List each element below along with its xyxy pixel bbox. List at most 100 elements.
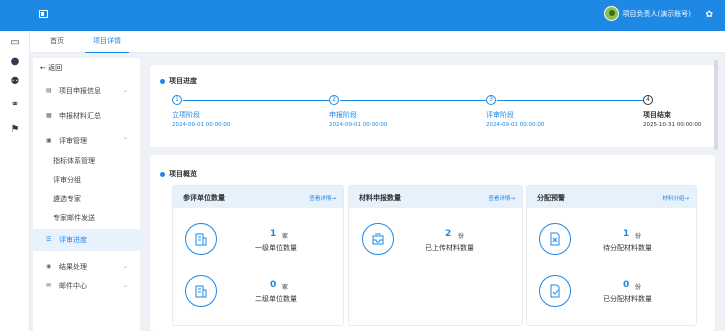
step-date: 2024-09-01 00:00:00	[329, 122, 388, 128]
user-icon[interactable]: ●	[9, 56, 21, 68]
stat-unit: 份	[635, 233, 642, 240]
overview-title: 项目概览	[169, 170, 197, 178]
panel-header: 参评单位数量 查看详情→	[173, 186, 343, 208]
step-connector	[340, 100, 486, 101]
sidebar-item-project-info[interactable]: ▤ 项目申报信息 ⌄	[33, 84, 140, 98]
sidebar-item-label: 申报材料汇总	[59, 112, 101, 120]
flag-icon[interactable]: ⚑	[9, 124, 21, 136]
tab-home[interactable]: 首页	[50, 31, 64, 53]
stat-value: 0	[623, 280, 630, 290]
panel-participating-units: 参评单位数量 查看详情→ 1 家 一级单位数量 0 家 二级单位数量	[172, 185, 344, 326]
stat-unit: 家	[282, 284, 289, 291]
sidebar-item-select-experts[interactable]: 遴选专家	[33, 192, 140, 206]
step-number: 3	[486, 95, 496, 105]
progress-card: 项目进度 1 立项阶段 2024-09-01 00:00:00 2 申报阶段 2…	[150, 65, 715, 147]
sidebar-item-materials[interactable]: ▦ 申报材料汇总	[33, 109, 140, 123]
building-icon	[185, 223, 217, 255]
stat-unit: 份	[458, 233, 465, 240]
step-name: 项目结束	[643, 111, 671, 119]
progress-icon: ☰	[46, 236, 52, 243]
sidebar-item-label: 结果处理	[59, 263, 87, 271]
step-number: 1	[172, 95, 182, 105]
step-date: 2024-09-01 00:00:00	[486, 122, 545, 128]
inbox-icon	[362, 223, 394, 255]
document-check-icon	[539, 275, 571, 307]
panel-title: 材料申报数量	[359, 194, 401, 202]
sidebar: ← 返回 ▤ 项目申报信息 ⌄ ▦ 申报材料汇总 ▣ 评审管理 ⌃ 指标体系管理…	[33, 58, 140, 331]
view-details-link[interactable]: 查看详情→	[309, 194, 336, 202]
section-dot	[160, 172, 165, 177]
chevron-down-icon: ⌄	[122, 87, 128, 94]
building-icon	[185, 275, 217, 307]
back-link[interactable]: ← 返回	[40, 63, 62, 73]
top-bar: 项目负责人(演示账号) ✿	[0, 0, 725, 31]
step-name: 立项阶段	[172, 111, 200, 119]
icon-rail: ▭ ● ⚉ ⚭ ⚑	[0, 31, 30, 331]
sidebar-item-review-groups[interactable]: 评审分组	[33, 173, 140, 187]
user-name: 项目负责人(演示账号)	[622, 9, 691, 18]
step-name: 评审阶段	[486, 111, 514, 119]
mail-icon: ✉	[46, 282, 52, 289]
sidebar-item-review-management[interactable]: ▣ 评审管理 ⌃	[33, 134, 140, 148]
stat-label: 待分配材料数量	[603, 244, 652, 252]
results-icon: ◉	[46, 263, 52, 270]
overview-card: 项目概览 参评单位数量 查看详情→ 1 家 一级单位数量 0 家 二级单位数量 …	[150, 155, 715, 331]
step-date: 2025-10-31 00:00:00	[643, 122, 702, 128]
progress-title: 项目进度	[169, 77, 197, 85]
user-menu[interactable]: 项目负责人(演示账号)	[603, 6, 691, 21]
stat-label: 已上传材料数量	[425, 244, 474, 252]
sidebar-item-label: 评审分组	[53, 176, 81, 184]
panel-material-submissions: 材料申报数量 查看详情→ 2 份 已上传材料数量	[348, 185, 523, 326]
sidebar-item-label: 邮件中心	[59, 282, 87, 290]
summary-icon: ▦	[46, 112, 52, 119]
stat-label: 二级单位数量	[255, 295, 297, 303]
panel-header: 材料申报数量 查看详情→	[349, 186, 522, 208]
document-x-icon	[539, 223, 571, 255]
arrow-left-icon: ←	[40, 64, 46, 72]
document-icon: ▤	[46, 87, 52, 94]
step-number: 2	[329, 95, 339, 105]
chevron-down-icon: ⌄	[122, 282, 128, 289]
material-group-link[interactable]: 材料分组→	[662, 194, 689, 202]
step-connector	[497, 100, 643, 101]
stat-label: 一级单位数量	[255, 244, 297, 252]
tab-bar: 首页 项目详情	[30, 31, 725, 53]
panel-title: 分配预警	[537, 194, 565, 202]
sidebar-item-label: 评审管理	[59, 137, 87, 145]
sidebar-item-label: 指标体系管理	[53, 157, 95, 165]
scrollbar[interactable]	[714, 60, 718, 150]
sidebar-item-indicators[interactable]: 指标体系管理	[33, 154, 140, 168]
sidebar-item-expert-email[interactable]: 专家邮件发送	[33, 211, 140, 225]
chevron-up-icon: ⌃	[122, 137, 128, 144]
panel-header: 分配预警 材料分组→	[527, 186, 696, 208]
sidebar-item-label: 评审进度	[59, 236, 87, 244]
back-label: 返回	[48, 64, 63, 72]
stat-value: 1	[270, 229, 277, 239]
chevron-down-icon: ⌄	[122, 263, 128, 270]
sidebar-item-label: 项目申报信息	[59, 87, 101, 95]
gear-icon[interactable]: ✿	[705, 10, 713, 20]
tab-project-detail[interactable]: 项目详情	[85, 31, 129, 53]
stat-unit: 份	[635, 284, 642, 291]
step-number: 4	[643, 95, 653, 105]
monitor-icon[interactable]: ▭	[9, 37, 21, 49]
step-name: 申报阶段	[329, 111, 357, 119]
sidebar-item-results[interactable]: ◉ 结果处理 ⌄	[33, 260, 140, 274]
sidebar-item-review-progress[interactable]: ☰ 评审进度	[33, 229, 140, 251]
panel-title: 参评单位数量	[183, 194, 225, 202]
stat-value: 2	[445, 229, 452, 239]
stat-label: 已分配材料数量	[603, 295, 652, 303]
view-details-link[interactable]: 查看详情→	[488, 194, 515, 202]
group-icon[interactable]: ⚉	[9, 76, 21, 88]
panel-allocation-warning: 分配预警 材料分组→ 1 份 待分配材料数量 0 份 已分配材料数量	[526, 185, 697, 326]
sidebar-item-mail-center[interactable]: ✉ 邮件中心 ⌄	[33, 279, 140, 293]
stat-value: 1	[623, 229, 630, 239]
step-connector	[183, 100, 329, 101]
stat-unit: 家	[282, 233, 289, 240]
stat-value: 0	[270, 280, 277, 290]
section-dot	[160, 79, 165, 84]
link-icon[interactable]: ⚭	[9, 99, 21, 111]
sidebar-item-label: 遴选专家	[53, 195, 81, 203]
sidebar-item-label: 专家邮件发送	[53, 214, 95, 222]
menu-toggle-icon[interactable]	[39, 10, 48, 18]
